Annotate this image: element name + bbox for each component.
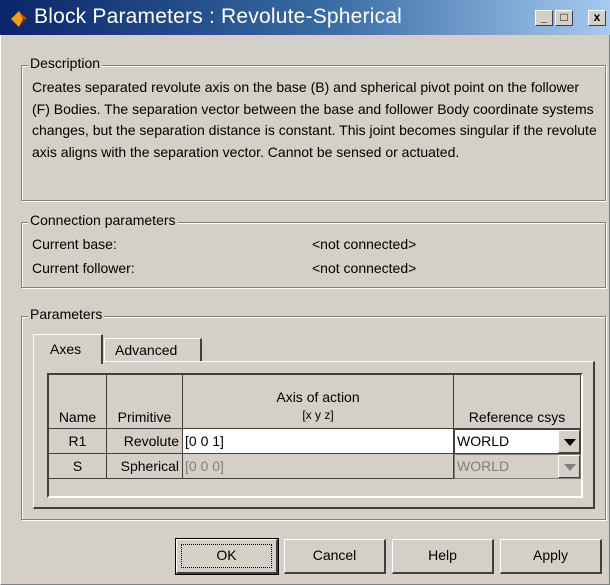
current-base-label: Current base: [32,236,117,252]
description-group-label: Description [28,55,103,71]
dropdown-arrow-button[interactable] [558,430,580,453]
maximize-button[interactable]: □ [555,10,573,26]
tab-axes[interactable]: Axes [33,334,103,364]
help-button[interactable]: Help [392,539,494,574]
column-header-axis: Axis of action [x y z] [183,375,454,429]
apply-button[interactable]: Apply [500,539,602,574]
row-s-reference-select: WORLD [454,454,581,479]
column-header-name: Name [49,375,107,429]
header-axis-label: Axis of action [276,389,360,405]
description-text: Creates separated revolute axis on the b… [32,79,597,160]
row-s-name: S [49,454,107,479]
row-r1-reference-select[interactable]: WORLD [454,429,581,454]
parameters-group-label: Parameters [28,306,105,322]
row-s-axis-input: [0 0 0] [183,454,454,479]
cancel-button[interactable]: Cancel [284,539,386,574]
title-bar[interactable]: Block Parameters : Revolute-Spherical _ … [0,0,610,35]
row-s-reference-value: WORLD [457,458,510,474]
header-reference-label: Reference csys [468,409,566,425]
connection-group [21,222,606,288]
row-r1-primitive: Revolute [107,429,183,454]
tab-axes-label: Axes [50,341,82,357]
header-axis-sublabel: [x y z] [302,408,334,422]
connection-group-label: Connection parameters [28,212,178,228]
axes-table: Name Primitive Axis of action [x y z] Re… [47,373,583,498]
current-follower-value: <not connected> [312,260,417,276]
column-header-reference: Reference csys [454,375,581,429]
row-r1-reference-value: WORLD [457,433,510,449]
current-follower-label: Current follower: [32,260,135,276]
header-primitive-label: Primitive [117,409,172,425]
close-button[interactable]: x [588,10,606,26]
focus-rectangle [181,544,272,568]
current-base-value: <not connected> [312,236,417,252]
tab-advanced-label: Advanced [115,342,178,358]
tab-advanced[interactable]: Advanced [104,338,202,361]
row-r1-axis-input[interactable]: [0 0 1] [183,429,454,454]
minimize-button[interactable]: _ [535,10,553,26]
header-name-label: Name [58,409,97,425]
row-s-primitive: Spherical [107,454,183,479]
column-header-primitive: Primitive [107,375,183,429]
simulink-block-icon [11,11,27,27]
chevron-down-icon [564,464,576,471]
row-r1-name: R1 [49,429,107,454]
chevron-down-icon [564,439,576,446]
dropdown-arrow-button-disabled [558,455,580,478]
ok-button[interactable]: OK [175,538,279,575]
window-title: Block Parameters : Revolute-Spherical [34,5,403,28]
